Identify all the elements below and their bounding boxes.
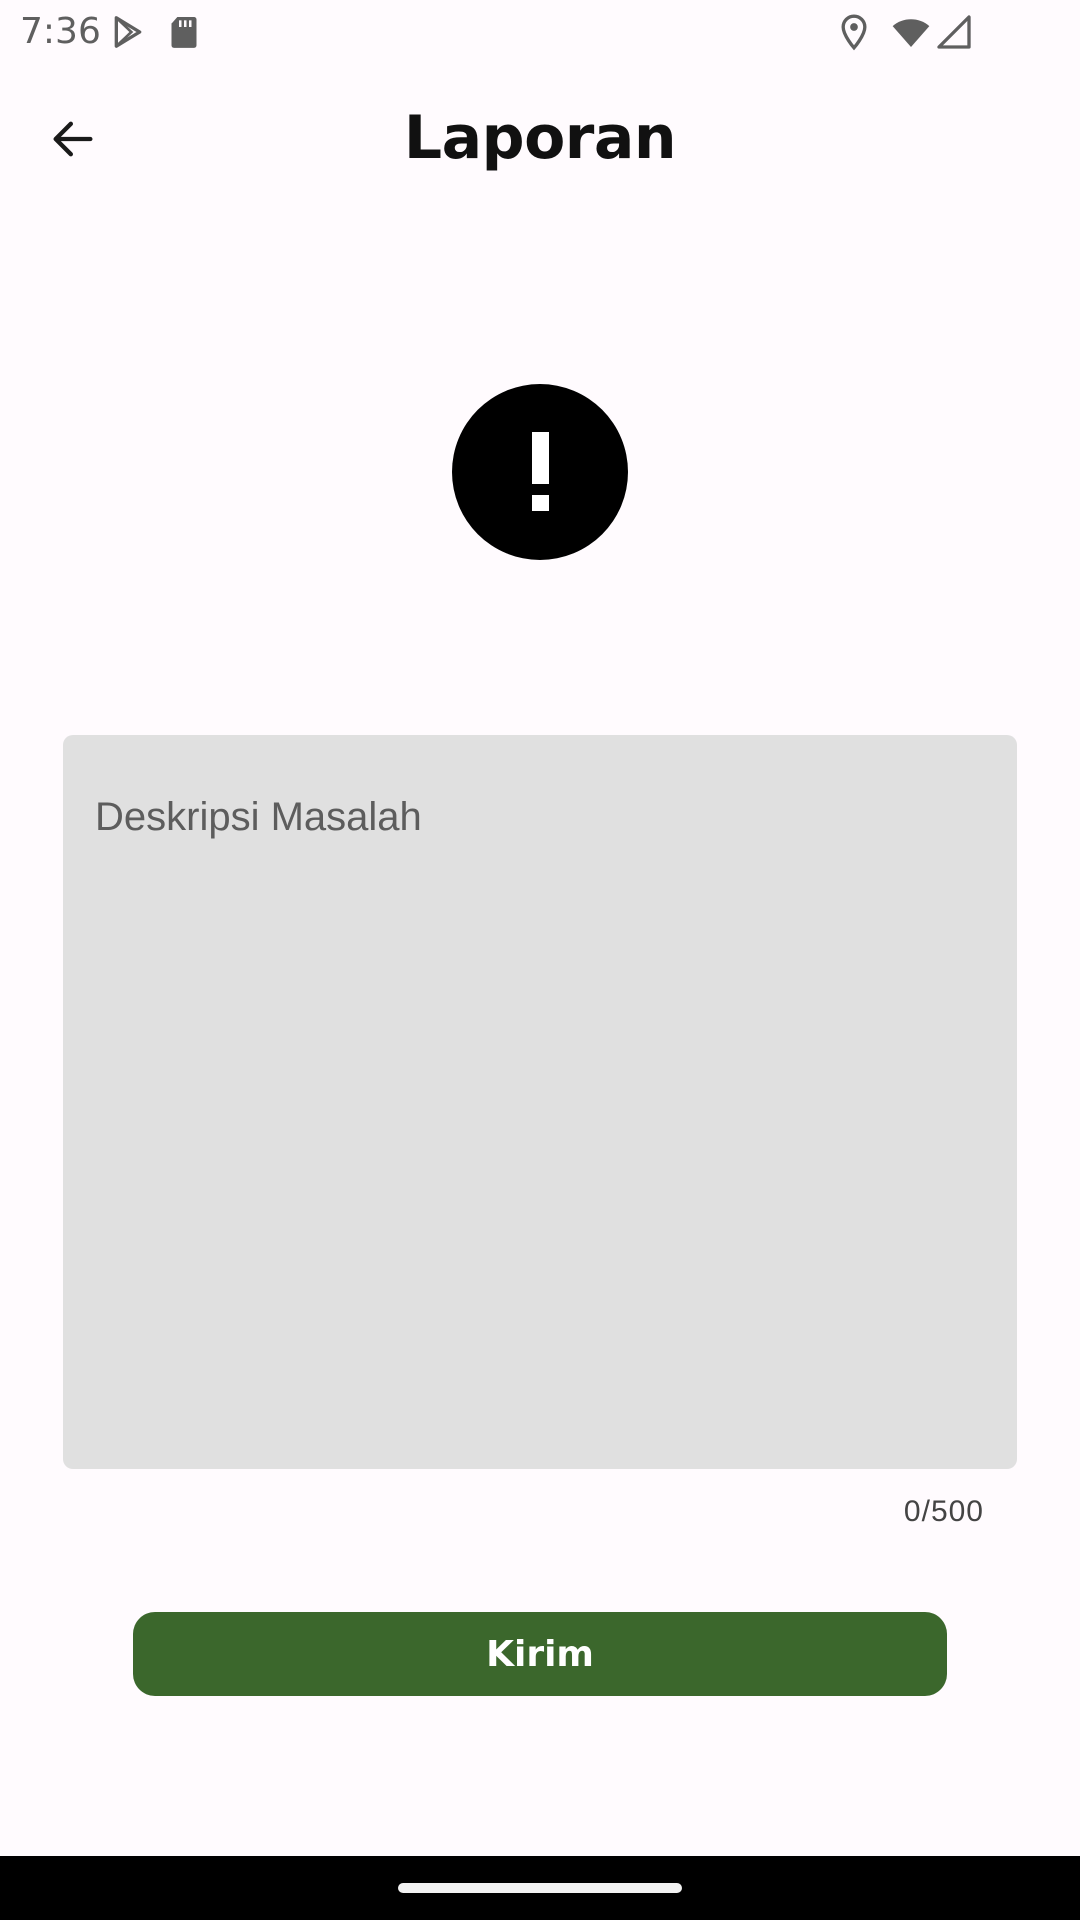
sd-card-icon <box>171 17 197 48</box>
exclamation-dot <box>532 495 549 511</box>
location-icon <box>841 14 867 51</box>
play-store-icon <box>114 16 142 48</box>
cellular-signal-icon <box>937 15 971 49</box>
home-gesture-bar[interactable] <box>398 1883 682 1893</box>
status-bar: 7:36 <box>0 0 1080 64</box>
exclamation-bar <box>532 432 549 484</box>
app-bar: Laporan <box>0 64 1080 210</box>
submit-button-label: Kirim <box>486 1633 594 1675</box>
page-title: Laporan <box>403 103 677 173</box>
exclamation-circle-icon <box>452 384 628 560</box>
wifi-icon <box>892 19 930 47</box>
navigation-bar <box>0 1856 1080 1920</box>
submit-button[interactable]: Kirim <box>133 1612 947 1696</box>
status-time: 7:36 <box>20 11 101 52</box>
description-field[interactable]: Deskripsi Masalah <box>63 735 1017 1469</box>
description-placeholder: Deskripsi Masalah <box>95 795 422 839</box>
report-screen: 7:36 Laporan Deskripsi Masalah 0/500 Kir… <box>0 0 1080 1920</box>
char-counter: 0/500 <box>903 1495 984 1528</box>
